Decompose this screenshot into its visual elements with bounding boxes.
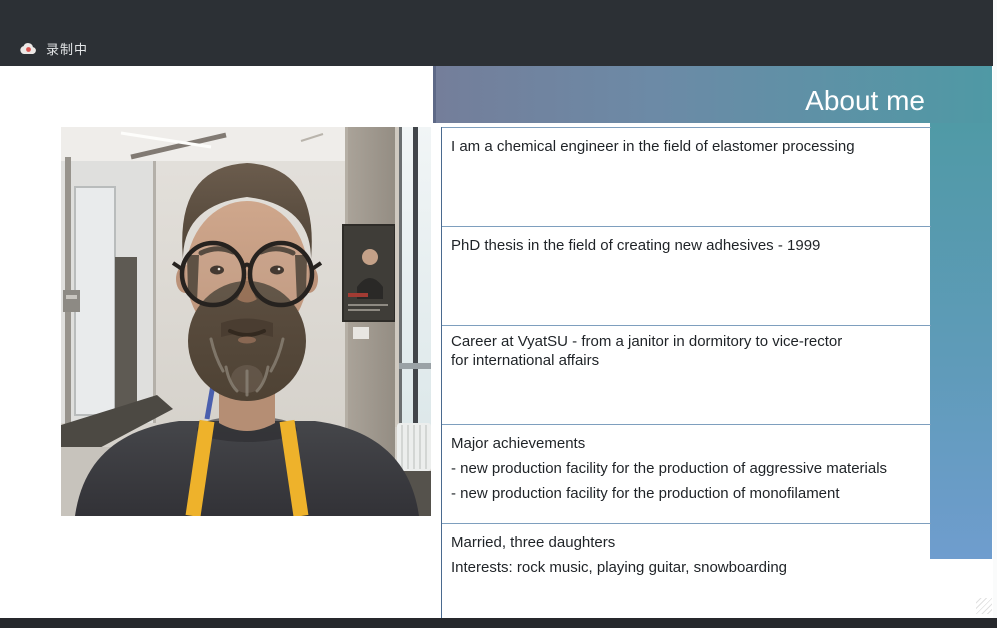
slide-text-line: Career at VyatSU - from a janitor in dor… [451, 332, 921, 351]
slide-row: PhD thesis in the field of creating new … [442, 226, 931, 325]
page-title: About me [805, 87, 992, 123]
top-bar: 录制中 [0, 0, 997, 66]
slide-side-strip [930, 123, 992, 559]
webcam-video [61, 127, 431, 516]
slide-text-line: Married, three daughters [451, 530, 921, 555]
slide-text-line: for international affairs [451, 351, 921, 370]
slide-header: About me [433, 66, 992, 123]
bottom-bar [0, 618, 997, 628]
slide-text-line: PhD thesis in the field of creating new … [451, 233, 921, 258]
slide-text-line: - new production facility for the produc… [451, 456, 921, 481]
resize-grip[interactable] [976, 598, 992, 614]
meeting-window: 录制中 [0, 0, 997, 628]
slide-text-line: - new production facility for the produc… [451, 481, 921, 506]
slide-row: Major achievements - new production faci… [442, 424, 931, 523]
recording-indicator: 录制中 [20, 39, 88, 58]
slide-text-line: I am a chemical engineer in the field of… [451, 134, 921, 159]
presenter-photo [61, 127, 431, 516]
cloud-recording-icon [20, 42, 37, 55]
right-edge-strip [993, 0, 997, 618]
slide-text-line: Interests: rock music, playing guitar, s… [451, 555, 921, 580]
slide-row: I am a chemical engineer in the field of… [442, 127, 931, 226]
slide-content: I am a chemical engineer in the field of… [441, 127, 931, 618]
slide-row: Career at VyatSU - from a janitor in dor… [442, 325, 931, 424]
slide-text-line: Major achievements [451, 431, 921, 456]
recording-label: 录制中 [46, 39, 88, 58]
slide-row: Married, three daughters Interests: rock… [442, 523, 931, 618]
